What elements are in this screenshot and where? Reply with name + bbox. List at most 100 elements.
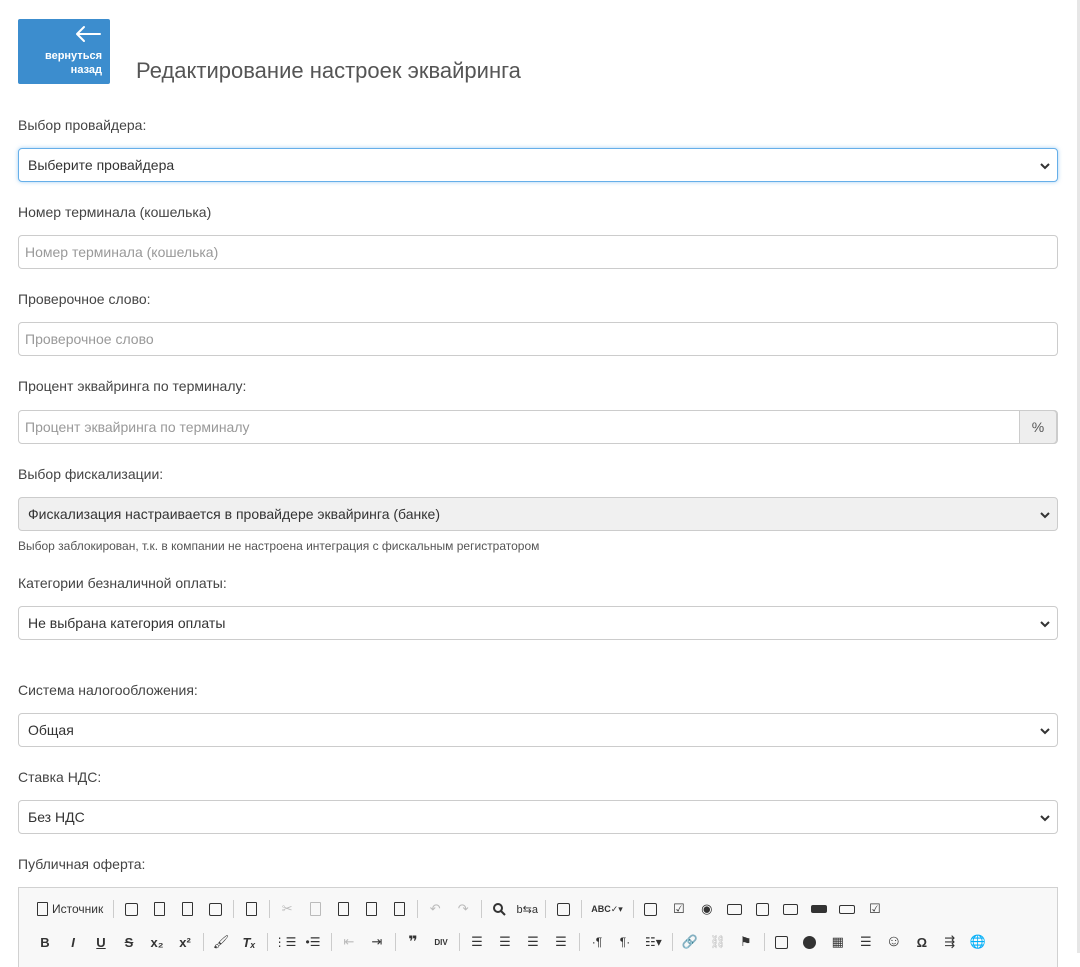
numbered-list-icon: ⋮☰ [273, 935, 297, 949]
italic-button[interactable]: I [61, 931, 85, 953]
secret-word-label: Проверочное слово: [18, 291, 151, 307]
rtl-icon: ¶· [619, 935, 631, 949]
redo-icon: ↷ [457, 901, 469, 916]
underline-icon: U [96, 934, 106, 950]
offer-label: Публичная оферта: [18, 856, 146, 872]
save-button[interactable] [119, 898, 143, 920]
subscript-button[interactable]: x₂ [145, 931, 169, 953]
strike-button[interactable]: S [117, 931, 141, 953]
select-field-button[interactable] [779, 898, 803, 920]
text-field-button[interactable] [723, 898, 747, 920]
page-title: Редактирование настроек эквайринга [136, 58, 521, 83]
flash-button[interactable] [798, 931, 822, 953]
provider-select[interactable]: Выберите провайдера [18, 148, 1058, 182]
anchor-button[interactable]: ⚑ [734, 931, 758, 953]
paste-word-button[interactable] [387, 898, 411, 920]
align-right-button[interactable]: ☰ [521, 931, 545, 953]
bulleted-list-button[interactable]: •☰ [301, 931, 325, 953]
preview-button[interactable] [175, 898, 199, 920]
percent-addon: % [1019, 410, 1057, 444]
secret-word-input[interactable]: Проверочное слово [18, 322, 1058, 356]
radio-icon: ◉ [701, 901, 713, 916]
vat-select[interactable]: Без НДС [18, 800, 1058, 834]
language-button[interactable]: ☷▾ [641, 931, 666, 953]
find-button[interactable] [487, 898, 511, 920]
div-button[interactable]: DIV [429, 931, 453, 953]
new-page-button[interactable] [147, 898, 171, 920]
button-field-button[interactable] [807, 898, 831, 920]
bold-icon: B [40, 934, 50, 950]
toolbar-separator [203, 933, 204, 951]
paste-text-icon [365, 902, 377, 916]
spellcheck-button[interactable]: ABC✓▾ [587, 898, 627, 920]
outdent-icon: ⇤ [343, 934, 355, 949]
align-center-button[interactable]: ☰ [493, 931, 517, 953]
justify-button[interactable]: ☰ [549, 931, 573, 953]
iframe-button[interactable]: 🌐 [966, 931, 990, 953]
copy-format-button[interactable]: 🖌 [209, 931, 233, 953]
superscript-button[interactable]: x² [173, 931, 197, 953]
redo-button[interactable]: ↷ [451, 898, 475, 920]
underline-button[interactable]: U [89, 931, 113, 953]
replace-button[interactable]: b⇆a [515, 898, 539, 920]
horizontal-line-button[interactable]: ☰ [854, 931, 878, 953]
percent-input[interactable]: Процент эквайринга по терминалу % [18, 410, 1058, 444]
link-button[interactable]: 🔗 [678, 931, 702, 953]
radio-button[interactable]: ◉ [695, 898, 719, 920]
paste-button[interactable] [331, 898, 355, 920]
checkbox-icon: ☑ [672, 901, 685, 916]
align-left-button[interactable]: ☰ [465, 931, 489, 953]
select-all-button[interactable] [551, 898, 575, 920]
text-field-icon [727, 903, 743, 915]
print-button[interactable] [203, 898, 227, 920]
paste-text-button[interactable] [359, 898, 383, 920]
select-field-icon [783, 903, 799, 915]
smiley-button[interactable]: ☺ [882, 931, 906, 953]
save-icon [124, 902, 138, 916]
indent-button[interactable]: ⇥ [365, 931, 389, 953]
page-break-button[interactable]: ⇶ [938, 931, 962, 953]
textarea-icon [756, 902, 770, 916]
strike-icon: S [124, 934, 134, 950]
superscript-icon: x² [179, 934, 191, 950]
rich-text-editor[interactable]: Источник ✂ ↶ ↷ b⇆a ABC✓▾ ☑ ◉ ☑ B I U S x… [18, 887, 1058, 967]
back-button[interactable]: вернуться назад [18, 19, 110, 84]
remove-format-icon: Tₓ [242, 934, 256, 950]
source-button-label: Источник [52, 902, 104, 916]
toolbar-separator [331, 933, 332, 951]
hidden-field-button[interactable]: ☑ [863, 898, 887, 920]
image-button-button[interactable] [835, 898, 859, 920]
textarea-button[interactable] [751, 898, 775, 920]
image-button[interactable] [770, 931, 794, 953]
div-icon: DIV [434, 937, 448, 947]
tax-select[interactable]: Общая [18, 713, 1058, 747]
select-all-icon [556, 902, 570, 916]
cut-button[interactable]: ✂ [275, 898, 299, 920]
checkbox-button[interactable]: ☑ [667, 898, 691, 920]
toolbar-separator [459, 933, 460, 951]
toolbar-separator [233, 900, 235, 918]
paste-word-icon [393, 902, 405, 916]
outdent-button[interactable]: ⇤ [337, 931, 361, 953]
unlink-button[interactable]: ⛓ [706, 931, 730, 953]
ltr-button[interactable]: ·¶ [585, 931, 609, 953]
toolbar-separator [579, 933, 580, 951]
table-button[interactable]: ▦ [826, 931, 850, 953]
remove-format-button[interactable]: Tₓ [237, 931, 261, 953]
form-button[interactable] [639, 898, 663, 920]
undo-button[interactable]: ↶ [423, 898, 447, 920]
category-select[interactable]: Не выбрана категория оплаты [18, 606, 1058, 640]
blockquote-button[interactable]: ❞ [401, 931, 425, 953]
copy-button[interactable] [303, 898, 327, 920]
chevron-down-icon [1040, 815, 1050, 822]
bold-button[interactable]: B [33, 931, 57, 953]
source-button[interactable]: Источник [33, 898, 107, 920]
terminal-input[interactable]: Номер терминала (кошелька) [18, 235, 1058, 269]
terminal-input-placeholder: Номер терминала (кошелька) [25, 244, 219, 260]
numbered-list-button[interactable]: ⋮☰ [273, 931, 297, 953]
source-icon [37, 902, 48, 916]
blockquote-icon: ❞ [408, 934, 418, 951]
rtl-button[interactable]: ¶· [613, 931, 637, 953]
templates-button[interactable] [239, 898, 263, 920]
special-char-button[interactable]: Ω [910, 931, 934, 953]
